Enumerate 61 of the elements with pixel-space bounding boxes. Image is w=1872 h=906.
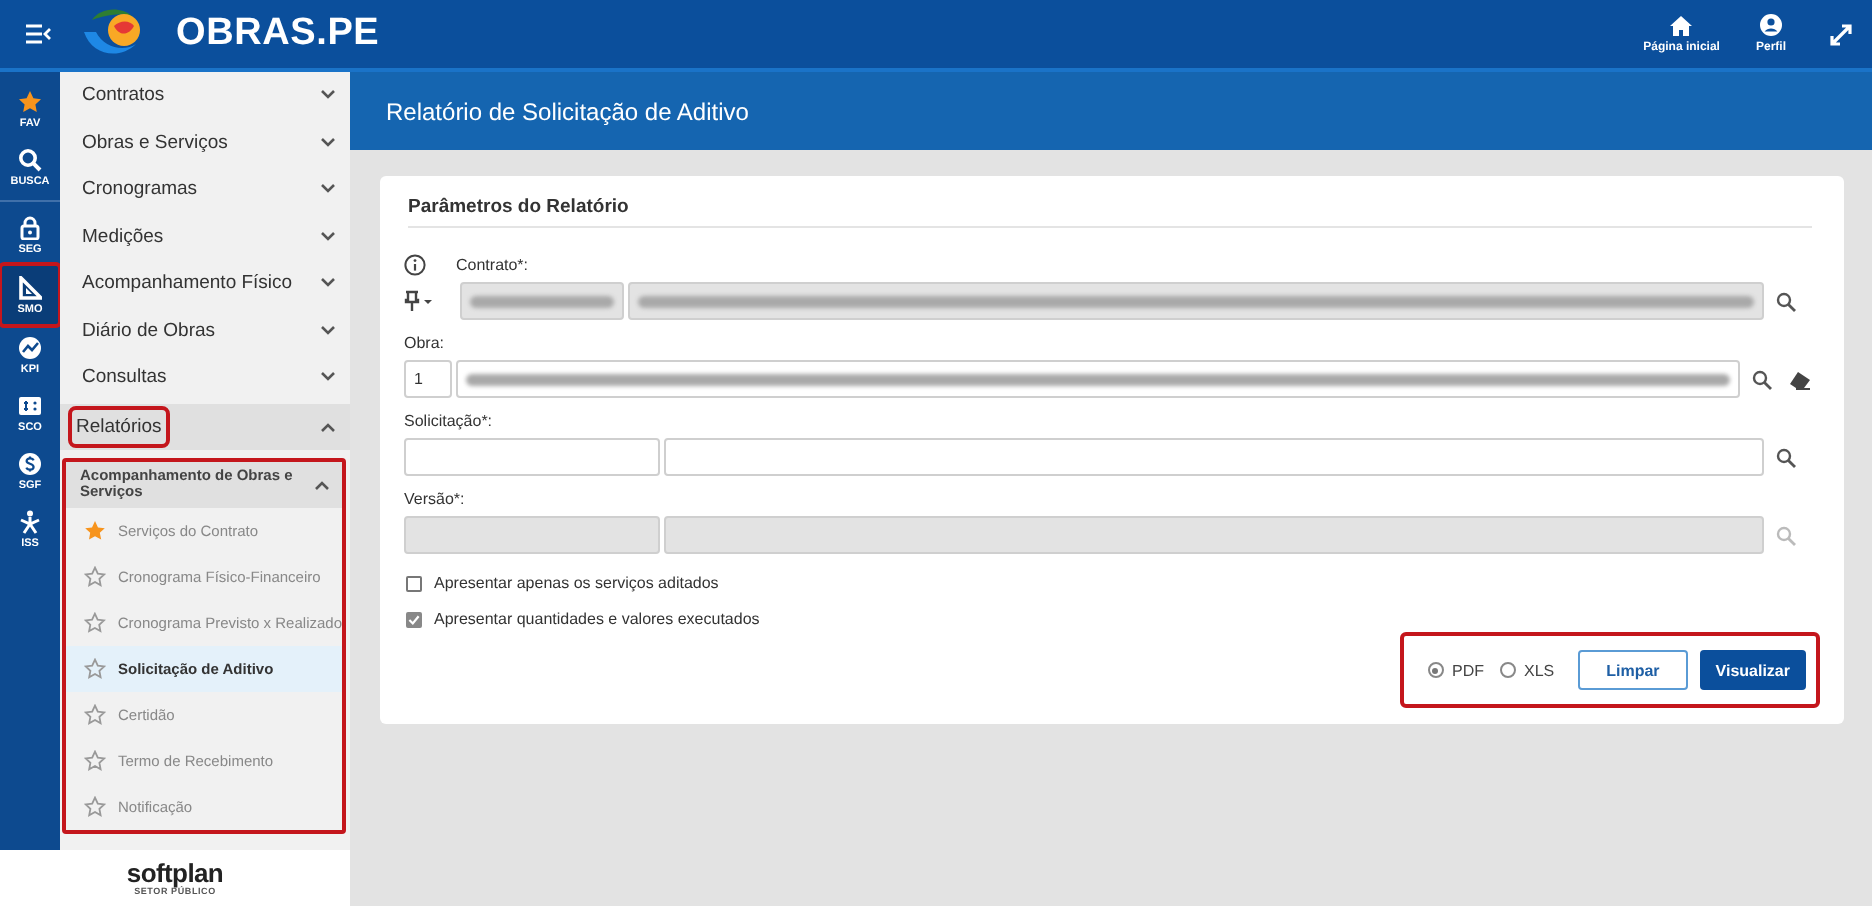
search-button[interactable] [1776, 291, 1796, 311]
banknote-icon [18, 393, 42, 417]
lock-icon [18, 215, 42, 239]
radio-button[interactable] [1427, 662, 1444, 678]
user-icon [1759, 14, 1782, 36]
app-title: OBRAS.PE [176, 12, 380, 56]
eraser-button[interactable] [1788, 369, 1812, 389]
menu-item[interactable]: Consultas [60, 354, 350, 401]
search-icon [1776, 447, 1796, 467]
check-icon [408, 613, 420, 625]
search-icon [18, 147, 42, 171]
page-title: Relatório de Solicitação de Aditivo [386, 97, 749, 125]
view-button[interactable]: Visualizar [1699, 650, 1806, 690]
menu-item[interactable]: Medições [60, 213, 350, 260]
menu-icon [24, 22, 52, 46]
input-field[interactable] [664, 438, 1764, 476]
chevron-down-icon [320, 137, 336, 148]
clear-button[interactable]: Limpar [1578, 650, 1688, 690]
chevron-down-icon [320, 325, 336, 336]
field-label: Contrato*: [456, 256, 529, 274]
chevron-up-icon [314, 479, 330, 490]
field-label: Obra: [404, 334, 445, 352]
radio-label: XLS [1523, 661, 1555, 679]
field-label: Solicitação*: [404, 412, 493, 430]
radio-button[interactable] [1499, 662, 1516, 678]
chevron-down-icon [320, 372, 336, 383]
star-icon [18, 89, 42, 113]
chart-icon [18, 335, 42, 359]
search-button[interactable] [1752, 369, 1772, 389]
checkbox-label: Apresentar apenas os serviços aditados [434, 574, 719, 592]
brand-logo: softplan [126, 860, 224, 886]
search-icon [1776, 525, 1796, 545]
input-field[interactable] [456, 360, 1740, 398]
search-button[interactable] [1776, 447, 1796, 467]
menu-item[interactable]: Diário de Obras [60, 307, 350, 354]
menu-item[interactable]: Cronogramas [60, 166, 350, 213]
chevron-down-icon [320, 184, 336, 195]
menu-item[interactable]: Acompanhamento Físico [60, 260, 350, 307]
chevron-down-icon [320, 90, 336, 101]
home-icon [1670, 15, 1693, 35]
menu-item[interactable]: Obras e Serviços [60, 119, 350, 166]
person-icon [18, 509, 42, 533]
eraser-icon [1788, 369, 1812, 389]
chevron-up-icon [320, 421, 336, 432]
search-icon [1752, 369, 1772, 389]
dollar-icon [18, 451, 42, 475]
expand-button[interactable] [1830, 23, 1852, 45]
checkbox[interactable] [406, 611, 422, 627]
field-label: Versão*: [404, 490, 465, 508]
expand-icon [1830, 23, 1852, 45]
checkbox-label: Apresentar quantidades e valores executados [434, 610, 760, 628]
chevron-down-icon [320, 278, 336, 289]
search-icon [1776, 291, 1796, 311]
menu-item[interactable]: Relatórios [60, 403, 350, 450]
radio-label: PDF [1451, 661, 1484, 679]
section-title: Parâmetros do Relatório [408, 196, 1812, 228]
input-field[interactable] [404, 438, 660, 476]
chevron-down-icon [320, 231, 336, 242]
menu-item[interactable]: Contratos [60, 72, 350, 119]
checkbox[interactable] [406, 575, 422, 591]
input-field[interactable]: 1 [404, 360, 452, 398]
